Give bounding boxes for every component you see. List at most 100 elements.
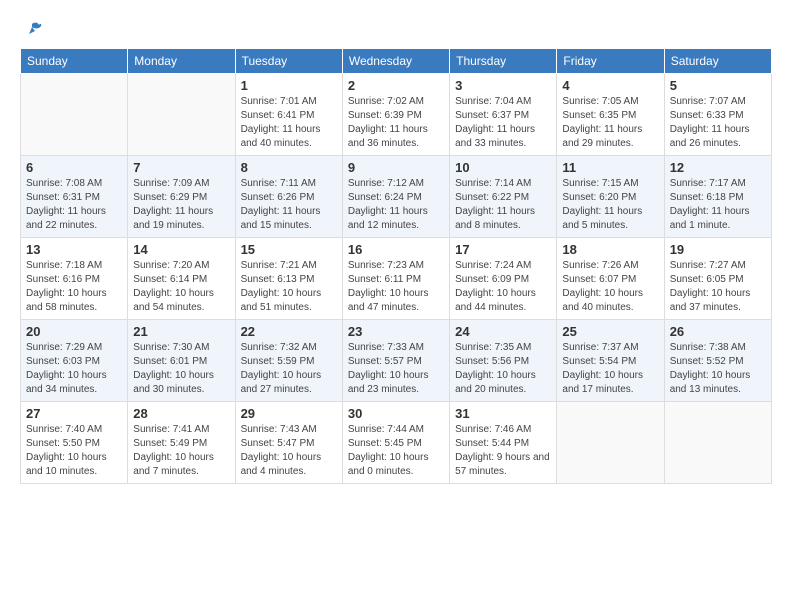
- day-info: Sunrise: 7:35 AM Sunset: 5:56 PM Dayligh…: [455, 341, 551, 397]
- weekday-header-thursday: Thursday: [450, 49, 557, 74]
- day-number: 14: [133, 242, 229, 257]
- day-info: Sunrise: 7:07 AM Sunset: 6:33 PM Dayligh…: [670, 95, 766, 151]
- day-cell: 22 Sunrise: 7:32 AM Sunset: 5:59 PM Dayli…: [235, 320, 342, 402]
- day-info: Sunrise: 7:21 AM Sunset: 6:13 PM Dayligh…: [241, 259, 337, 315]
- day-number: 30: [348, 406, 444, 421]
- day-info: Sunrise: 7:14 AM Sunset: 6:22 PM Dayligh…: [455, 177, 551, 233]
- day-cell: 11 Sunrise: 7:15 AM Sunset: 6:20 PM Dayli…: [557, 156, 664, 238]
- day-cell: [21, 74, 128, 156]
- day-info: Sunrise: 7:05 AM Sunset: 6:35 PM Dayligh…: [562, 95, 658, 151]
- calendar-table: SundayMondayTuesdayWednesdayThursdayFrid…: [20, 48, 772, 484]
- day-cell: 13Sunrise: 7:18 AM Sunset: 6:16 PM Dayli…: [21, 238, 128, 320]
- day-info: Sunrise: 7:01 AM Sunset: 6:41 PM Dayligh…: [241, 95, 337, 151]
- day-cell: 3 Sunrise: 7:04 AM Sunset: 6:37 PM Daylig…: [450, 74, 557, 156]
- day-info: Sunrise: 7:43 AM Sunset: 5:47 PM Dayligh…: [241, 423, 337, 479]
- day-cell: 30 Sunrise: 7:44 AM Sunset: 5:45 PM Dayli…: [342, 402, 449, 484]
- logo: [20, 20, 44, 38]
- weekday-header-wednesday: Wednesday: [342, 49, 449, 74]
- day-number: 18: [562, 242, 658, 257]
- day-cell: 20 Sunrise: 7:29 AM Sunset: 6:03 PM Dayli…: [21, 320, 128, 402]
- day-info: Sunrise: 7:24 AM Sunset: 6:09 PM Dayligh…: [455, 259, 551, 315]
- week-row-2: 6 Sunrise: 7:08 AM Sunset: 6:31 PM Daylig…: [21, 156, 772, 238]
- day-info: Sunrise: 7:38 AM Sunset: 5:52 PM Dayligh…: [670, 341, 766, 397]
- day-info: Sunrise: 7:23 AM Sunset: 6:11 PM Dayligh…: [348, 259, 444, 315]
- day-number: 28: [133, 406, 229, 421]
- weekday-header-tuesday: Tuesday: [235, 49, 342, 74]
- day-cell: 29 Sunrise: 7:43 AM Sunset: 5:47 PM Dayli…: [235, 402, 342, 484]
- day-cell: 25 Sunrise: 7:37 AM Sunset: 5:54 PM Dayli…: [557, 320, 664, 402]
- weekday-header-row: SundayMondayTuesdayWednesdayThursdayFrid…: [21, 49, 772, 74]
- day-number: 20: [26, 324, 122, 339]
- day-cell: 18 Sunrise: 7:26 AM Sunset: 6:07 PM Dayli…: [557, 238, 664, 320]
- day-info: Sunrise: 7:04 AM Sunset: 6:37 PM Dayligh…: [455, 95, 551, 151]
- day-info: Sunrise: 7:33 AM Sunset: 5:57 PM Dayligh…: [348, 341, 444, 397]
- day-cell: 2 Sunrise: 7:02 AM Sunset: 6:39 PM Daylig…: [342, 74, 449, 156]
- day-number: 23: [348, 324, 444, 339]
- day-number: 31: [455, 406, 551, 421]
- day-cell: 26 Sunrise: 7:38 AM Sunset: 5:52 PM Dayli…: [664, 320, 771, 402]
- day-info: Sunrise: 7:12 AM Sunset: 6:24 PM Dayligh…: [348, 177, 444, 233]
- day-info: Sunrise: 7:11 AM Sunset: 6:26 PM Dayligh…: [241, 177, 337, 233]
- day-number: 1: [241, 78, 337, 93]
- day-number: 24: [455, 324, 551, 339]
- day-number: 6: [26, 160, 122, 175]
- day-cell: 15 Sunrise: 7:21 AM Sunset: 6:13 PM Dayli…: [235, 238, 342, 320]
- day-number: 2: [348, 78, 444, 93]
- day-cell: 10 Sunrise: 7:14 AM Sunset: 6:22 PM Dayli…: [450, 156, 557, 238]
- day-cell: [664, 402, 771, 484]
- day-number: 29: [241, 406, 337, 421]
- day-number: 25: [562, 324, 658, 339]
- day-info: Sunrise: 7:46 AM Sunset: 5:44 PM Dayligh…: [455, 423, 551, 479]
- day-info: Sunrise: 7:26 AM Sunset: 6:07 PM Dayligh…: [562, 259, 658, 315]
- day-cell: 1 Sunrise: 7:01 AM Sunset: 6:41 PM Daylig…: [235, 74, 342, 156]
- day-info: Sunrise: 7:17 AM Sunset: 6:18 PM Dayligh…: [670, 177, 766, 233]
- day-cell: [557, 402, 664, 484]
- logo-bird-icon: [21, 20, 43, 42]
- day-info: Sunrise: 7:08 AM Sunset: 6:31 PM Dayligh…: [26, 177, 122, 233]
- day-cell: 31 Sunrise: 7:46 AM Sunset: 5:44 PM Dayli…: [450, 402, 557, 484]
- weekday-header-monday: Monday: [128, 49, 235, 74]
- day-info: Sunrise: 7:44 AM Sunset: 5:45 PM Dayligh…: [348, 423, 444, 479]
- weekday-header-sunday: Sunday: [21, 49, 128, 74]
- day-info: Sunrise: 7:29 AM Sunset: 6:03 PM Dayligh…: [26, 341, 122, 397]
- day-number: 8: [241, 160, 337, 175]
- week-row-5: 27Sunrise: 7:40 AM Sunset: 5:50 PM Dayli…: [21, 402, 772, 484]
- day-cell: 7 Sunrise: 7:09 AM Sunset: 6:29 PM Daylig…: [128, 156, 235, 238]
- day-cell: 6 Sunrise: 7:08 AM Sunset: 6:31 PM Daylig…: [21, 156, 128, 238]
- day-info: Sunrise: 7:02 AM Sunset: 6:39 PM Dayligh…: [348, 95, 444, 151]
- day-number: 3: [455, 78, 551, 93]
- day-number: 22: [241, 324, 337, 339]
- day-info: Sunrise: 7:40 AM Sunset: 5:50 PM Dayligh…: [26, 423, 122, 479]
- day-number: 10: [455, 160, 551, 175]
- day-cell: 19Sunrise: 7:27 AM Sunset: 6:05 PM Dayli…: [664, 238, 771, 320]
- week-row-3: 13Sunrise: 7:18 AM Sunset: 6:16 PM Dayli…: [21, 238, 772, 320]
- day-cell: 4 Sunrise: 7:05 AM Sunset: 6:35 PM Daylig…: [557, 74, 664, 156]
- day-cell: 24 Sunrise: 7:35 AM Sunset: 5:56 PM Dayli…: [450, 320, 557, 402]
- day-number: 11: [562, 160, 658, 175]
- day-number: 15: [241, 242, 337, 257]
- day-cell: 23 Sunrise: 7:33 AM Sunset: 5:57 PM Dayli…: [342, 320, 449, 402]
- day-number: 17: [455, 242, 551, 257]
- day-cell: 17 Sunrise: 7:24 AM Sunset: 6:09 PM Dayli…: [450, 238, 557, 320]
- day-cell: 5Sunrise: 7:07 AM Sunset: 6:33 PM Daylig…: [664, 74, 771, 156]
- page-header: [20, 20, 772, 38]
- day-number: 12: [670, 160, 766, 175]
- day-info: Sunrise: 7:15 AM Sunset: 6:20 PM Dayligh…: [562, 177, 658, 233]
- day-number: 7: [133, 160, 229, 175]
- day-cell: 14Sunrise: 7:20 AM Sunset: 6:14 PM Dayli…: [128, 238, 235, 320]
- week-row-4: 20 Sunrise: 7:29 AM Sunset: 6:03 PM Dayli…: [21, 320, 772, 402]
- day-cell: 27Sunrise: 7:40 AM Sunset: 5:50 PM Dayli…: [21, 402, 128, 484]
- week-row-1: 1 Sunrise: 7:01 AM Sunset: 6:41 PM Daylig…: [21, 74, 772, 156]
- day-cell: 12 Sunrise: 7:17 AM Sunset: 6:18 PM Dayli…: [664, 156, 771, 238]
- day-info: Sunrise: 7:37 AM Sunset: 5:54 PM Dayligh…: [562, 341, 658, 397]
- day-cell: 21Sunrise: 7:30 AM Sunset: 6:01 PM Dayli…: [128, 320, 235, 402]
- day-info: Sunrise: 7:32 AM Sunset: 5:59 PM Dayligh…: [241, 341, 337, 397]
- weekday-header-friday: Friday: [557, 49, 664, 74]
- day-number: 4: [562, 78, 658, 93]
- day-number: 26: [670, 324, 766, 339]
- weekday-header-saturday: Saturday: [664, 49, 771, 74]
- day-cell: 8 Sunrise: 7:11 AM Sunset: 6:26 PM Daylig…: [235, 156, 342, 238]
- day-number: 19: [670, 242, 766, 257]
- day-info: Sunrise: 7:41 AM Sunset: 5:49 PM Dayligh…: [133, 423, 229, 479]
- day-info: Sunrise: 7:09 AM Sunset: 6:29 PM Dayligh…: [133, 177, 229, 233]
